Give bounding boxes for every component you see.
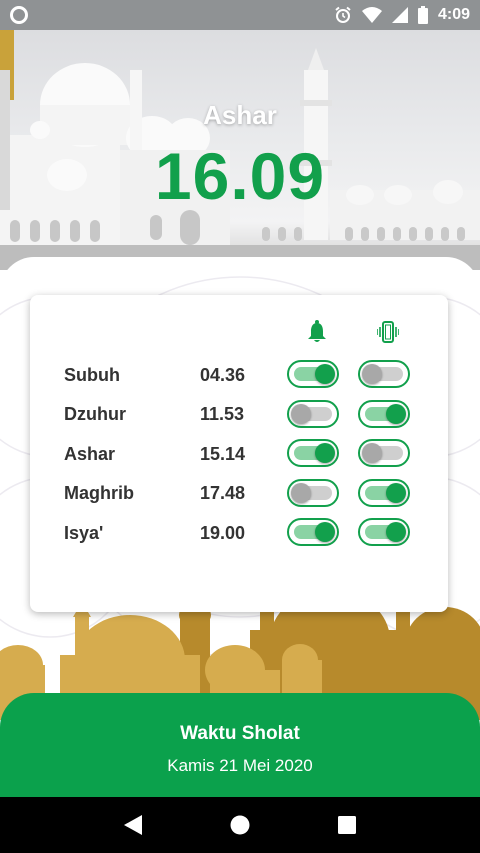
toggle-knob bbox=[315, 364, 335, 384]
signal-icon bbox=[391, 7, 408, 23]
prayer-row-time: 19.00 bbox=[200, 522, 246, 543]
wifi-icon bbox=[361, 7, 382, 23]
toggle-knob bbox=[386, 482, 406, 503]
toggle-knob bbox=[291, 403, 311, 424]
record-icon bbox=[10, 6, 28, 24]
prayer-row-time: 11.53 bbox=[200, 404, 245, 424]
toggle-knob bbox=[362, 443, 382, 463]
prayer-row: Dzuhur 11.53 bbox=[30, 399, 448, 430]
alarm-toggle[interactable] bbox=[287, 399, 339, 428]
bell-icon bbox=[308, 320, 326, 342]
alarm-icon bbox=[335, 6, 351, 23]
footer-panel: Waktu Sholat Kamis 21 Mei 2020 bbox=[0, 693, 480, 798]
back-button[interactable] bbox=[118, 810, 148, 840]
vibrate-toggle[interactable] bbox=[358, 518, 410, 546]
prayer-row: Maghrib 17.48 bbox=[30, 478, 448, 509]
alarm-toggle[interactable] bbox=[287, 360, 339, 388]
current-prayer-name: Ashar bbox=[203, 100, 277, 130]
status-bar: 4:09 bbox=[0, 0, 480, 30]
recents-icon bbox=[337, 816, 356, 834]
toggle-knob bbox=[386, 522, 406, 542]
back-icon bbox=[124, 815, 143, 835]
prayer-row: Ashar 15.14 bbox=[30, 439, 448, 469]
prayer-schedule-card: Subuh 04.36 Dzuhur 11.53 Ashar 15.14 Maghrib 17… bbox=[30, 295, 448, 612]
toggle-knob bbox=[386, 403, 406, 424]
prayer-row-time: 17.48 bbox=[200, 483, 246, 503]
vibrate-toggle[interactable] bbox=[358, 399, 410, 428]
recents-button[interactable] bbox=[332, 810, 362, 840]
prayer-row-name: Ashar bbox=[64, 443, 116, 464]
battery-icon bbox=[417, 6, 428, 24]
vibrate-icon bbox=[377, 321, 399, 343]
prayer-row-name: Subuh bbox=[64, 364, 120, 385]
footer-title: Waktu Sholat bbox=[180, 723, 300, 744]
mosque-hero-image: Ashar 16.09 bbox=[0, 30, 480, 270]
toggle-knob bbox=[362, 364, 382, 384]
prayer-row-time: 15.14 bbox=[200, 443, 246, 464]
current-prayer-time: 16.09 bbox=[154, 139, 326, 213]
prayer-row: Isya' 19.00 bbox=[30, 518, 448, 548]
navigation-bar bbox=[0, 797, 480, 853]
status-time: 4:09 bbox=[437, 6, 470, 23]
home-button[interactable] bbox=[225, 810, 255, 840]
alarm-toggle[interactable] bbox=[287, 478, 339, 507]
toggle-knob bbox=[291, 482, 311, 503]
prayer-row-name: Maghrib bbox=[64, 483, 134, 503]
prayer-row: Subuh 04.36 bbox=[30, 360, 448, 390]
vibrate-toggle[interactable] bbox=[358, 360, 410, 388]
prayer-row-name: Dzuhur bbox=[64, 404, 126, 424]
footer-date: Kamis 21 Mei 2020 bbox=[167, 756, 313, 775]
prayer-row-name: Isya' bbox=[64, 522, 104, 543]
toggle-knob bbox=[315, 522, 335, 542]
vibrate-toggle[interactable] bbox=[358, 478, 410, 507]
alarm-toggle[interactable] bbox=[287, 439, 339, 467]
alarm-toggle[interactable] bbox=[287, 518, 339, 546]
toggle-knob bbox=[315, 443, 335, 463]
prayer-row-time: 04.36 bbox=[200, 364, 246, 385]
vibrate-toggle[interactable] bbox=[358, 439, 410, 467]
home-icon bbox=[230, 815, 250, 835]
